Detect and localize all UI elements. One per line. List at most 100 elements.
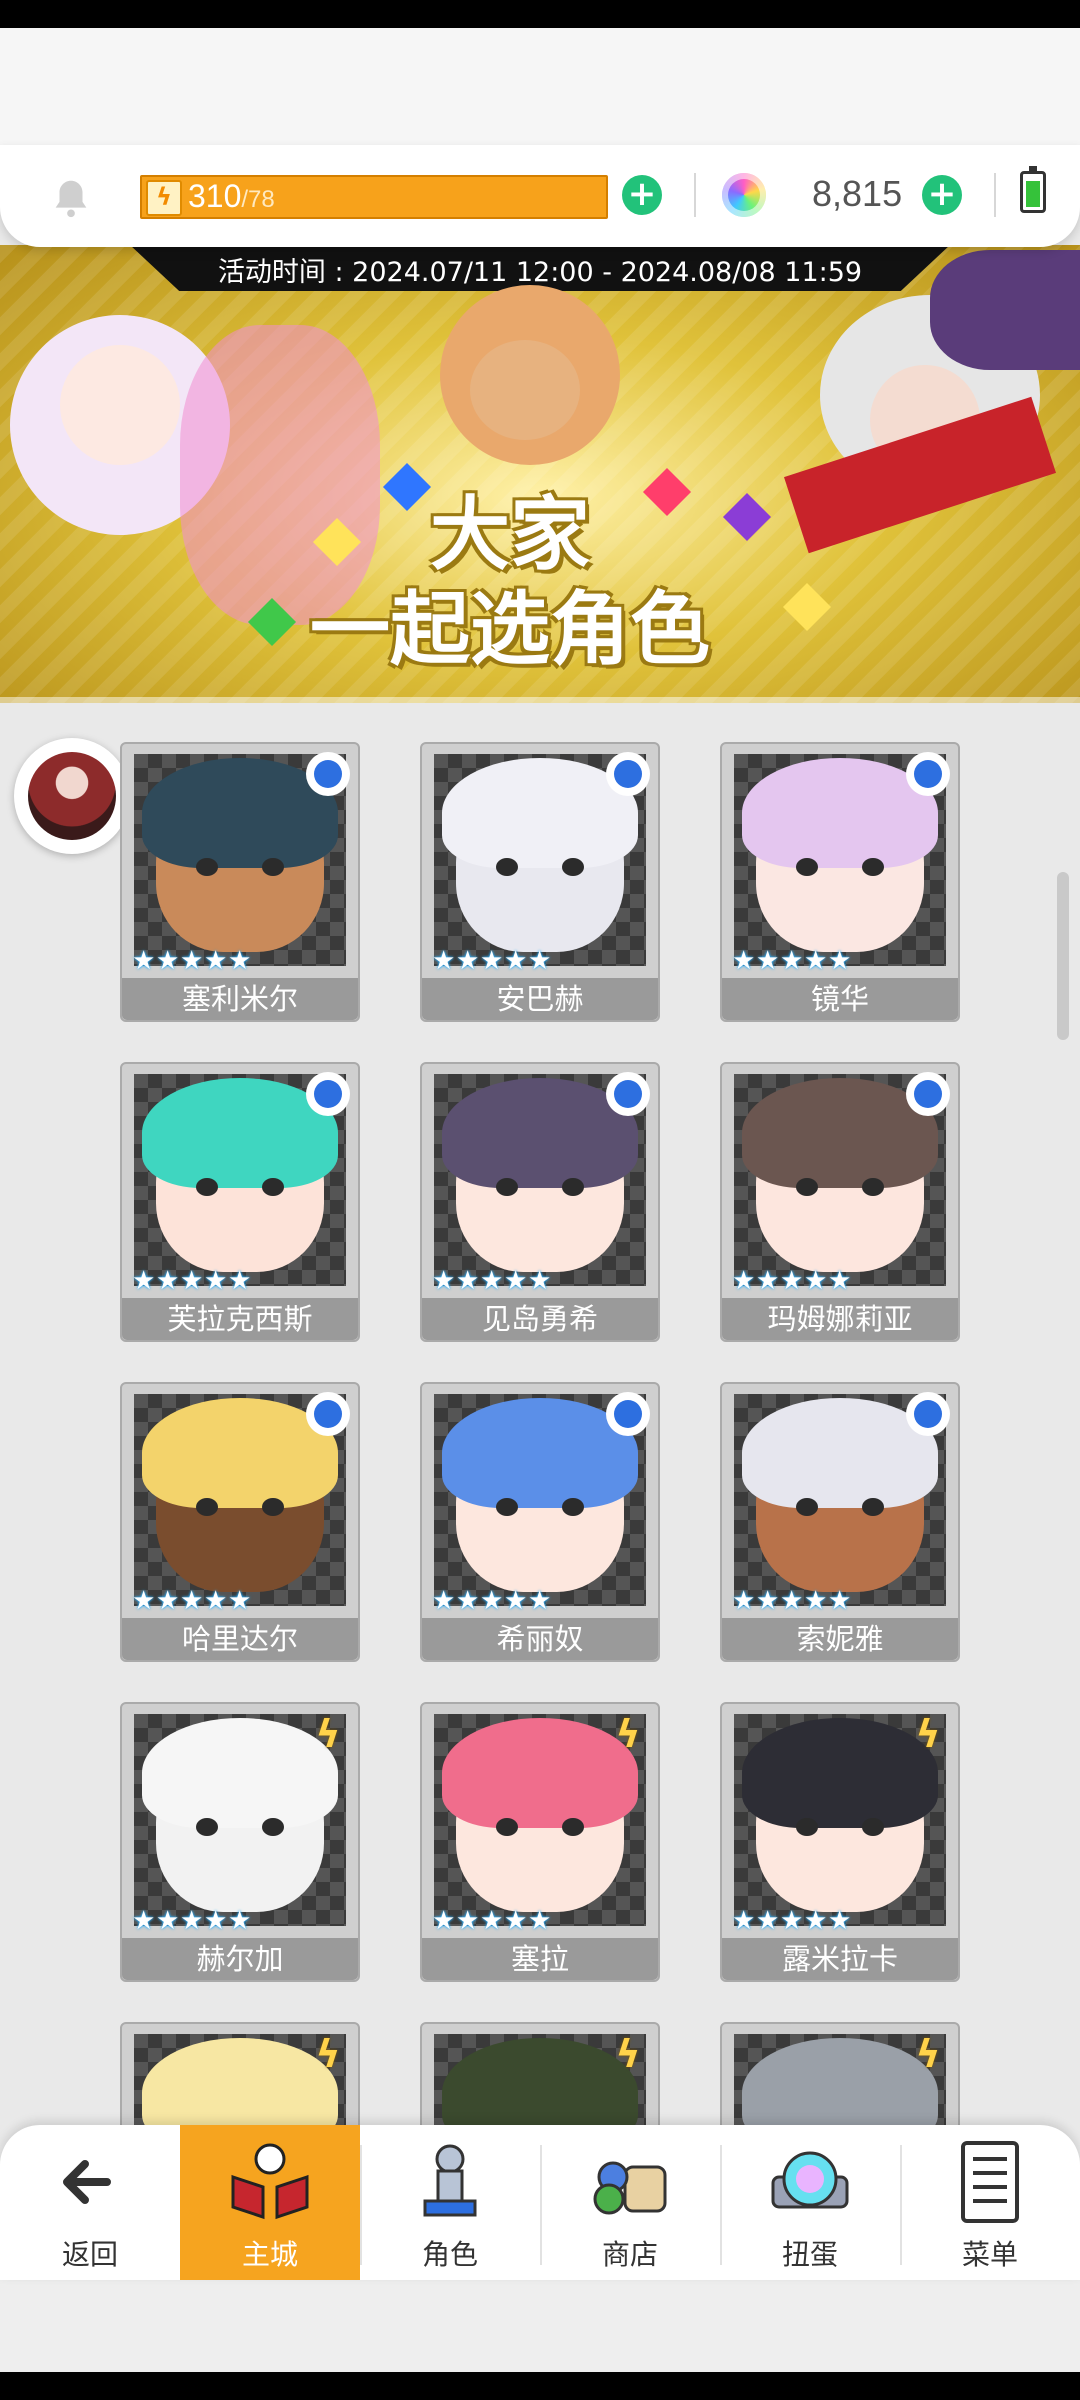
- star-rating: ★★★★★: [432, 1268, 648, 1298]
- star-icon: ★: [504, 946, 528, 976]
- star-rating: ★★★★★: [132, 948, 348, 978]
- character-card[interactable]: ϟ ★★★★★ 露米拉卡: [720, 1702, 960, 1982]
- nav-shop-label: 商店: [601, 2238, 658, 2271]
- character-name: 安巴赫: [422, 978, 658, 1020]
- star-icon: ★: [756, 946, 780, 976]
- star-rating: ★★★★★: [432, 1588, 648, 1618]
- castle-icon: [231, 2143, 309, 2220]
- character-eye: [796, 1818, 818, 1836]
- star-icon: ★: [804, 1266, 828, 1296]
- star-icon: ★: [804, 946, 828, 976]
- star-icon: ★: [804, 1586, 828, 1616]
- star-icon: ★: [228, 1586, 252, 1616]
- energy-current: 310: [188, 178, 242, 214]
- star-icon: ★: [432, 1586, 456, 1616]
- selected-circle-icon: [306, 1072, 350, 1116]
- star-icon: ★: [756, 1586, 780, 1616]
- event-time-text: 活动时间 : 2024.07/11 12:00 - 2024.08/08 11:…: [217, 257, 863, 288]
- star-icon: ★: [204, 1906, 228, 1936]
- star-icon: ★: [528, 1586, 552, 1616]
- character-name: 塞利米尔: [122, 978, 358, 1020]
- star-icon: ★: [132, 1906, 156, 1936]
- character-eye: [796, 1178, 818, 1196]
- nav-main-city[interactable]: 主城: [180, 2125, 360, 2280]
- star-icon: ★: [828, 946, 852, 976]
- star-icon: ★: [180, 1586, 204, 1616]
- star-icon: ★: [828, 1586, 852, 1616]
- bolt-icon: ϟ: [315, 2032, 341, 2076]
- character-eye: [262, 1818, 284, 1836]
- star-rating: ★★★★★: [732, 1908, 948, 1938]
- character-card[interactable]: ★★★★★ 索妮雅: [720, 1382, 960, 1662]
- character-card[interactable]: ★★★★★ 玛姆娜莉亚: [720, 1062, 960, 1342]
- nav-back-label: 返回: [61, 2238, 118, 2271]
- star-icon: ★: [204, 1266, 228, 1296]
- character-eye: [196, 1818, 218, 1836]
- back-arrow-icon: [63, 2160, 111, 2204]
- character-card[interactable]: ★★★★★ 芙拉克西斯: [120, 1062, 360, 1342]
- star-icon: ★: [180, 1266, 204, 1296]
- star-icon: ★: [156, 946, 180, 976]
- character-eye: [262, 858, 284, 876]
- character-name: 镜华: [722, 978, 958, 1020]
- selected-circle-icon: [606, 1392, 650, 1436]
- star-icon: ★: [204, 1586, 228, 1616]
- nav-back[interactable]: 返回: [0, 2125, 180, 2280]
- character-eye: [796, 858, 818, 876]
- character-card[interactable]: ★★★★★ 哈里达尔: [120, 1382, 360, 1662]
- scrollbar[interactable]: [1057, 872, 1069, 1040]
- nav-gacha-label: 扭蛋: [781, 2238, 838, 2271]
- bolt-icon: ϟ: [915, 1712, 941, 1756]
- system-bottom-bar: [0, 2372, 1080, 2400]
- bell-icon[interactable]: [48, 175, 94, 221]
- character-eye: [862, 1498, 884, 1516]
- sparkle-icon: [382, 462, 432, 512]
- star-icon: ★: [780, 1266, 804, 1296]
- energy-value: 310/78: [188, 178, 275, 215]
- character-card[interactable]: ϟ ★★★★★ 塞拉: [420, 1702, 660, 1982]
- character-name: 见岛勇希: [422, 1298, 658, 1340]
- add-energy-button[interactable]: +: [622, 175, 662, 215]
- star-icon: ★: [732, 1586, 756, 1616]
- star-rating: ★★★★★: [432, 948, 648, 978]
- star-icon: ★: [504, 1266, 528, 1296]
- star-icon: ★: [528, 1906, 552, 1936]
- character-eye: [562, 1178, 584, 1196]
- character-card[interactable]: ϟ ★★★★★ 赫尔加: [120, 1702, 360, 1982]
- character-name: 哈里达尔: [122, 1618, 358, 1660]
- character-eye: [196, 1498, 218, 1516]
- character-card[interactable]: ★★★★★ 安巴赫: [420, 742, 660, 1022]
- character-card[interactable]: ★★★★★ 希丽奴: [420, 1382, 660, 1662]
- star-icon: ★: [504, 1586, 528, 1616]
- banner-character-center-face: [470, 340, 580, 440]
- character-eye: [196, 858, 218, 876]
- nav-character[interactable]: 角色: [360, 2125, 540, 2280]
- character-eye: [496, 1498, 518, 1516]
- star-icon: ★: [480, 1586, 504, 1616]
- star-icon: ★: [480, 1906, 504, 1936]
- nav-gacha[interactable]: 扭蛋: [720, 2125, 900, 2280]
- star-icon: ★: [780, 1586, 804, 1616]
- character-card[interactable]: ★★★★★ 塞利米尔: [120, 742, 360, 1022]
- star-icon: ★: [132, 1586, 156, 1616]
- nav-divider: [900, 2145, 902, 2265]
- star-icon: ★: [180, 946, 204, 976]
- event-time-strip: 活动时间 : 2024.07/11 12:00 - 2024.08/08 11:…: [130, 245, 950, 291]
- banner-purple-cloak: [930, 250, 1080, 370]
- star-icon: ★: [228, 946, 252, 976]
- top-spacer: [0, 28, 1080, 148]
- player-avatar[interactable]: [14, 738, 130, 854]
- nav-shop[interactable]: 商店: [540, 2125, 720, 2280]
- character-eye: [562, 858, 584, 876]
- event-banner[interactable]: 活动时间 : 2024.07/11 12:00 - 2024.08/08 11:…: [0, 245, 1080, 703]
- character-card[interactable]: ★★★★★ 镜华: [720, 742, 960, 1022]
- nav-divider: [360, 2145, 362, 2265]
- character-card[interactable]: ★★★★★ 见岛勇希: [420, 1062, 660, 1342]
- add-gem-button[interactable]: +: [922, 175, 962, 215]
- star-icon: ★: [432, 946, 456, 976]
- star-icon: ★: [480, 1266, 504, 1296]
- nav-menu[interactable]: 菜单: [900, 2125, 1080, 2280]
- star-icon: ★: [804, 1906, 828, 1936]
- hud-divider: [994, 173, 996, 217]
- character-eye: [496, 1818, 518, 1836]
